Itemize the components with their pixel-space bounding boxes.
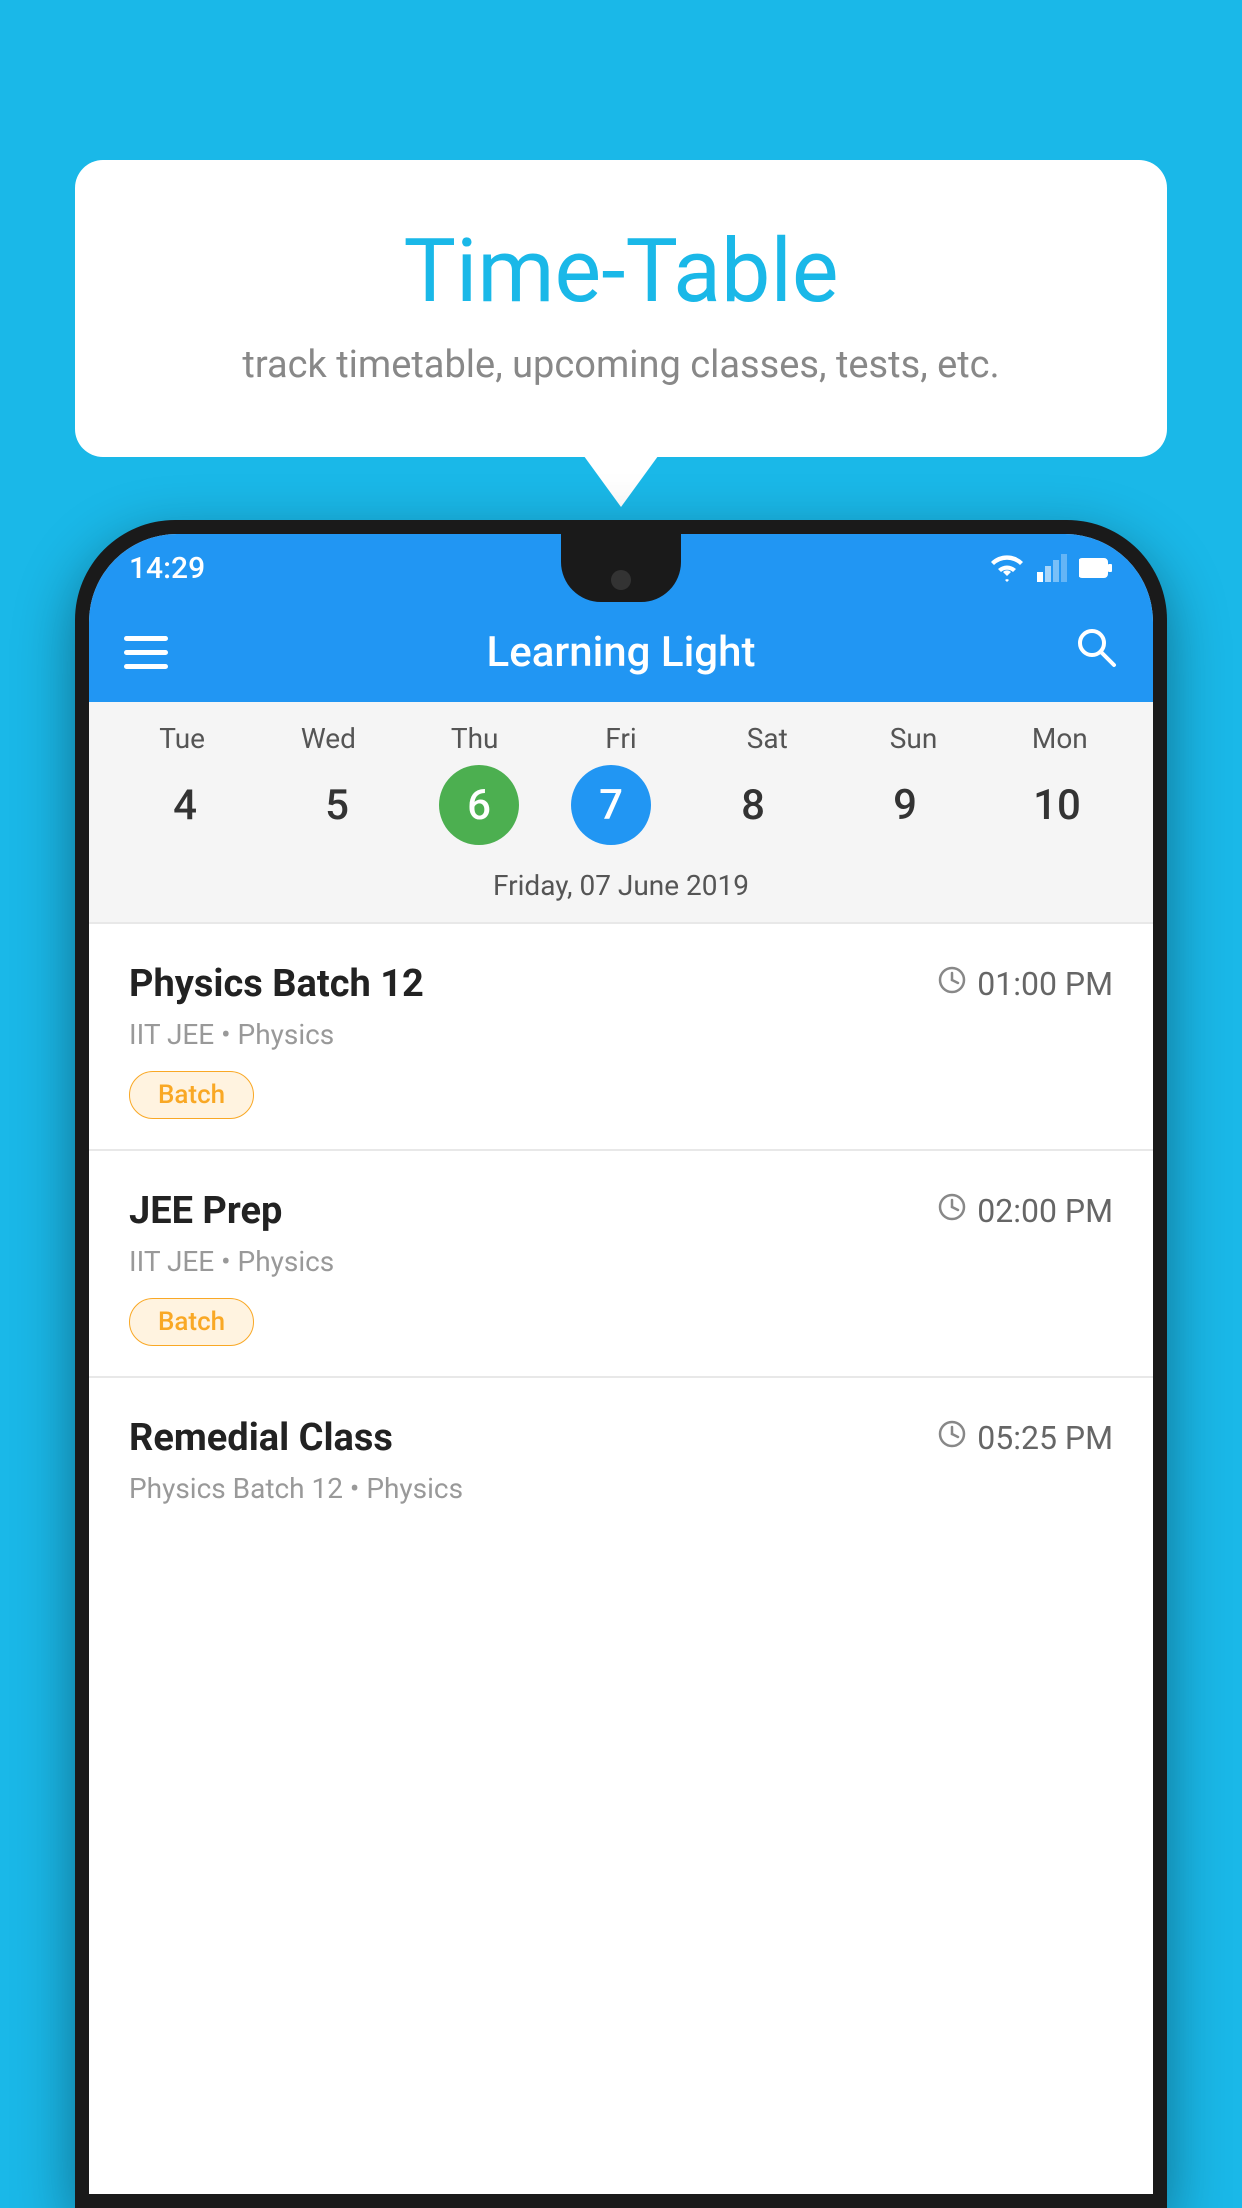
phone-frame: 14:29 [75,520,1167,2208]
day-7-selected[interactable]: 7 [571,765,651,845]
day-header-sat: Sat [717,722,817,755]
tooltip-card: Time-Table track timetable, upcoming cla… [75,160,1167,457]
class-subject-1: IIT JEE • Physics [129,1018,1113,1051]
front-camera [611,570,631,590]
selected-date-label: Friday, 07 June 2019 [89,859,1153,922]
status-time: 14:29 [129,551,205,586]
wifi-icon [989,554,1025,582]
day-header-wed: Wed [278,722,378,755]
clock-icon-2 [937,1192,967,1230]
calendar-strip: Tue Wed Thu Fri Sat Sun Mon 4 5 6 7 8 9 … [89,702,1153,922]
day-header-thu: Thu [425,722,525,755]
day-header-sun: Sun [864,722,964,755]
class-time-2: 02:00 PM [937,1192,1113,1230]
class-item-2[interactable]: JEE Prep 02:00 PM IIT JEE • Physics Batc… [89,1149,1153,1376]
batch-tag-2: Batch [129,1298,254,1346]
signal-icon [1037,554,1067,582]
class-item-1[interactable]: Physics Batch 12 01:00 PM IIT JEE • Phys… [89,922,1153,1149]
class-item-3[interactable]: Remedial Class 05:25 PM Physics Batch 12… [89,1376,1153,1555]
toolbar: Learning Light [89,602,1153,702]
day-header-tue: Tue [132,722,232,755]
class-subject-3: Physics Batch 12 • Physics [129,1472,1113,1505]
day-6-today[interactable]: 6 [439,765,519,845]
clock-icon-1 [937,965,967,1003]
battery-icon [1079,557,1113,579]
class-name-1: Physics Batch 12 [129,962,424,1006]
class-time-3: 05:25 PM [937,1419,1113,1457]
class-header-1: Physics Batch 12 01:00 PM [129,962,1113,1006]
day-4[interactable]: 4 [135,765,235,845]
day-header-fri: Fri [571,722,671,755]
class-header-3: Remedial Class 05:25 PM [129,1416,1113,1460]
day-9[interactable]: 9 [855,765,955,845]
day-numbers: 4 5 6 7 8 9 10 [89,765,1153,845]
tooltip-title: Time-Table [155,220,1087,323]
batch-tag-1: Batch [129,1071,254,1119]
day-headers: Tue Wed Thu Fri Sat Sun Mon [89,722,1153,755]
class-name-3: Remedial Class [129,1416,393,1460]
status-icons [989,554,1113,582]
day-10[interactable]: 10 [1007,765,1107,845]
day-8[interactable]: 8 [703,765,803,845]
status-bar: 14:29 [89,534,1153,602]
class-header-2: JEE Prep 02:00 PM [129,1189,1113,1233]
day-5[interactable]: 5 [287,765,387,845]
app-title: Learning Light [487,628,756,677]
tooltip-subtitle: track timetable, upcoming classes, tests… [155,343,1087,387]
class-time-1: 01:00 PM [937,965,1113,1003]
search-icon[interactable] [1074,625,1118,680]
hamburger-menu-icon[interactable] [124,636,168,669]
notch [561,534,681,602]
day-header-mon: Mon [1010,722,1110,755]
class-subject-2: IIT JEE • Physics [129,1245,1113,1278]
phone-screen: 14:29 [89,534,1153,2194]
class-name-2: JEE Prep [129,1189,282,1233]
clock-icon-3 [937,1419,967,1457]
